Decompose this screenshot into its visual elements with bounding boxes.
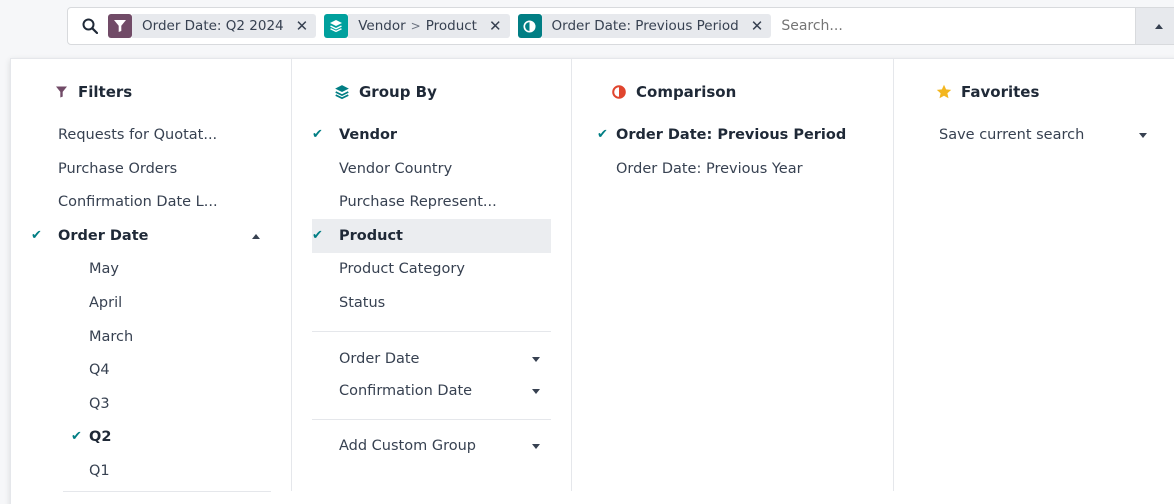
facet-remove-button[interactable]: ✕	[296, 17, 309, 35]
facet-filter: Order Date: Q2 2024 ✕	[108, 14, 317, 38]
group-option-product[interactable]: ✔ Product	[312, 219, 551, 253]
favorites-header: Favorites	[935, 83, 1039, 101]
group-option-label: Order Date	[339, 351, 420, 367]
group-by-header: Group By	[333, 83, 437, 101]
group-option-confirmation-date[interactable]: Confirmation Date	[339, 374, 551, 408]
divider	[312, 419, 551, 420]
date-option-march[interactable]: March	[89, 320, 133, 354]
half-circle-icon	[610, 83, 628, 101]
funnel-icon	[108, 14, 132, 38]
facet-remove-button[interactable]: ✕	[489, 17, 502, 35]
comparison-label: Order Date: Previous Period	[616, 127, 847, 143]
group-option-label: Confirmation Date	[339, 383, 473, 399]
group-by-title: Group By	[359, 83, 437, 101]
layers-icon	[333, 83, 351, 101]
caret-down-icon	[532, 357, 540, 362]
caret-down-icon	[532, 444, 540, 449]
date-option-q1[interactable]: Q1	[89, 454, 110, 488]
comparison-previous-period[interactable]: ✔ Order Date: Previous Period	[597, 118, 846, 152]
search-bar: Order Date: Q2 2024 ✕ Vendor > Product ✕…	[67, 7, 1174, 45]
filters-column: Filters Requests for Quotat... Purchase …	[11, 59, 291, 491]
checkmark-icon: ✔	[597, 127, 608, 142]
group-option-status[interactable]: Status	[339, 286, 385, 320]
checkmark-icon: ✔	[312, 127, 323, 142]
filter-requests-for-quotation[interactable]: Requests for Quotat...	[58, 118, 217, 152]
comparison-label: Order Date: Previous Year	[616, 161, 803, 177]
group-option-label: Product	[339, 228, 403, 244]
group-option-label: Vendor Country	[339, 161, 453, 177]
star-icon	[935, 83, 953, 101]
facet-label: Order Date: Previous Period ✕	[541, 14, 772, 38]
date-option-label: Q2	[89, 429, 112, 445]
facet-group-part1: Vendor	[358, 18, 406, 34]
group-by-column: Group By ✔ Vendor Vendor Country Purchas…	[291, 59, 571, 491]
save-current-search-toggle[interactable]: Save current search	[939, 118, 1159, 152]
facet-group-by: Vendor > Product ✕	[324, 14, 510, 38]
facet-comparison: Order Date: Previous Period ✕	[517, 14, 772, 38]
date-option-april[interactable]: April	[89, 286, 122, 320]
half-circle-icon	[517, 14, 542, 38]
filter-confirmation-date-late[interactable]: Confirmation Date L...	[58, 185, 218, 219]
filters-title: Filters	[78, 83, 133, 101]
add-custom-group-label: Add Custom Group	[339, 438, 476, 454]
date-option-label: Q3	[89, 396, 110, 412]
date-option-label: May	[89, 261, 119, 277]
group-option-label: Product Category	[339, 261, 465, 277]
group-option-label: Vendor	[339, 127, 398, 143]
group-option-vendor[interactable]: ✔ Vendor	[312, 118, 397, 152]
facet-filter-text: Order Date: Q2 2024	[142, 18, 284, 34]
facet-label: Vendor > Product ✕	[348, 14, 510, 38]
favorites-column: Favorites Save current search	[893, 59, 1174, 491]
caret-down-icon	[532, 389, 540, 394]
date-option-q2[interactable]: ✔ Q2	[71, 420, 111, 454]
facet-label: Order Date: Q2 2024 ✕	[132, 14, 317, 38]
filter-label: Confirmation Date L...	[58, 194, 218, 210]
checkmark-icon: ✔	[71, 429, 82, 444]
caret-up-icon	[252, 234, 260, 239]
group-option-product-category[interactable]: Product Category	[339, 252, 465, 286]
date-option-q3[interactable]: Q3	[89, 387, 110, 421]
group-option-vendor-country[interactable]: Vendor Country	[339, 152, 452, 186]
date-option-label: April	[89, 295, 123, 311]
divider	[312, 331, 551, 332]
divider	[63, 491, 271, 492]
group-option-purchase-representative[interactable]: Purchase Represent...	[339, 185, 497, 219]
comparison-column: Comparison ✔ Order Date: Previous Period…	[571, 59, 893, 491]
funnel-icon	[52, 83, 70, 101]
facet-remove-button[interactable]: ✕	[751, 17, 764, 35]
filter-label: Requests for Quotat...	[58, 127, 218, 143]
filter-purchase-orders[interactable]: Purchase Orders	[58, 152, 177, 186]
favorites-title: Favorites	[961, 83, 1040, 101]
filter-order-date[interactable]: ✔ Order Date	[31, 219, 271, 253]
facet-group-part2: Product	[425, 18, 477, 34]
date-option-q4[interactable]: Q4	[89, 353, 110, 387]
filter-label: Purchase Orders	[58, 161, 178, 177]
date-option-may[interactable]: May	[89, 252, 119, 286]
comparison-previous-year[interactable]: Order Date: Previous Year	[616, 152, 803, 186]
facet-comparison-text: Order Date: Previous Period	[551, 18, 739, 34]
add-custom-group-select[interactable]: Add Custom Group	[339, 429, 551, 463]
dropdown-bottom	[11, 491, 1174, 504]
checkmark-icon: ✔	[312, 228, 323, 243]
comparison-title: Comparison	[636, 83, 737, 101]
save-current-search-label: Save current search	[939, 127, 1085, 143]
search-panel-dropdown: Filters Requests for Quotat... Purchase …	[10, 58, 1174, 504]
date-option-label: March	[89, 329, 134, 345]
checkmark-icon: ✔	[31, 228, 42, 243]
caret-up-icon	[1154, 23, 1163, 29]
filters-header: Filters	[52, 83, 132, 101]
search-input[interactable]	[781, 18, 1052, 34]
facet-group-separator: >	[410, 19, 421, 33]
filter-label: Order Date	[58, 228, 149, 244]
toggle-search-panel-button[interactable]	[1135, 8, 1174, 44]
date-option-label: Q4	[89, 362, 110, 378]
date-option-label: Q1	[89, 463, 110, 479]
group-option-order-date[interactable]: Order Date	[339, 342, 551, 376]
layers-icon	[324, 14, 349, 38]
comparison-header: Comparison	[610, 83, 736, 101]
group-option-label: Purchase Represent...	[339, 194, 497, 210]
group-option-label: Status	[339, 295, 386, 311]
caret-down-icon	[1139, 133, 1147, 138]
search-icon[interactable]	[82, 17, 100, 35]
